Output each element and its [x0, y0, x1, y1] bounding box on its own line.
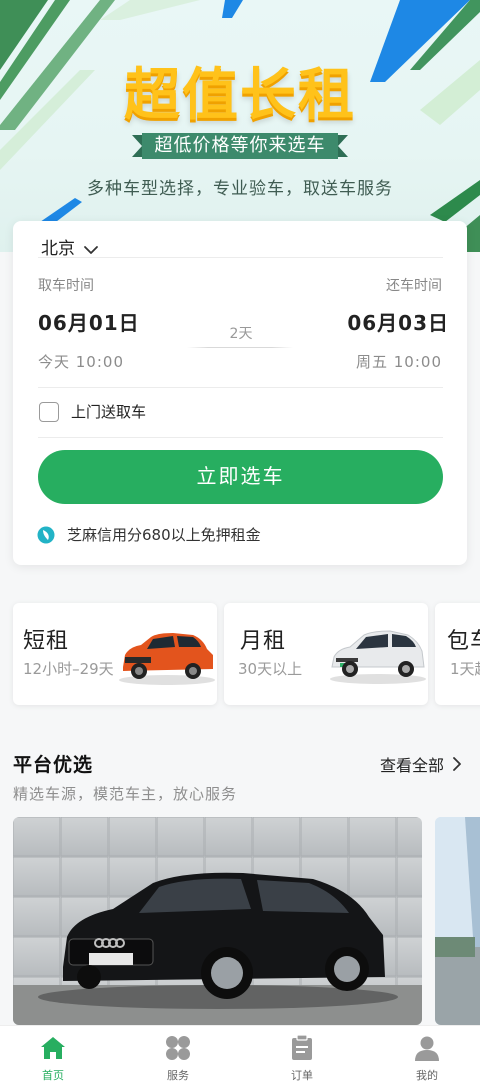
category-charter[interactable]: 包车 1天起	[435, 603, 480, 705]
clipboard-icon	[292, 1034, 312, 1060]
banner-subtitle: 多种车型选择，专业验车，取送车服务	[87, 179, 393, 199]
rental-duration: 2天	[229, 326, 253, 342]
category-monthly-rent[interactable]: 月租 30天以上	[224, 603, 428, 705]
divider	[38, 387, 443, 388]
bottom-tab-bar: 首页 服务 订单 我的	[0, 1025, 480, 1088]
return-time[interactable]: 周五 10:00	[356, 351, 442, 372]
featured-car-card[interactable]	[13, 817, 422, 1025]
tab-home[interactable]: 首页	[0, 1026, 113, 1088]
sesame-credit-icon	[37, 526, 55, 543]
app-screen: 超值长租 超低价格等你来选车 多种车型选择，专业验车，取送车服务 北京 取车时间…	[0, 0, 480, 1088]
tab-profile[interactable]: 我的	[367, 1026, 480, 1088]
tab-label: 我的	[416, 1069, 438, 1082]
city-name: 北京	[41, 239, 75, 259]
delivery-label[interactable]: 上门送取车	[71, 402, 146, 422]
section-subtitle: 精选车源，模范车主，放心服务	[13, 785, 238, 803]
category-title: 短租	[23, 629, 70, 654]
category-short-rent[interactable]: 短租 12小时–29天	[13, 603, 217, 705]
section-title: 平台优选	[13, 754, 94, 776]
view-all-link[interactable]: 查看全部	[380, 752, 462, 776]
select-car-button[interactable]: 立即选车	[38, 450, 443, 504]
divider	[38, 257, 443, 258]
pickup-time[interactable]: 今天 10:00	[38, 351, 124, 372]
city-selector[interactable]: 北京	[41, 231, 99, 267]
tab-orders[interactable]: 订单	[242, 1026, 362, 1088]
booking-card: 北京 取车时间 还车时间 06月01日 06月03日 2天 今天 10:00 周…	[13, 221, 467, 565]
banner-title: 超值长租	[124, 63, 356, 128]
category-subtitle: 1天起	[450, 660, 480, 678]
delivery-checkbox[interactable]	[39, 402, 59, 422]
divider	[38, 437, 443, 438]
promo-banner[interactable]: 超值长租 超低价格等你来选车 多种车型选择，专业验车，取送车服务	[0, 0, 480, 252]
pickup-date[interactable]: 06月01日	[38, 307, 140, 336]
category-subtitle: 30天以上	[238, 660, 303, 678]
home-icon	[41, 1037, 65, 1059]
credit-text: 芝麻信用分680以上免押租金	[67, 526, 261, 544]
category-title: 包车	[447, 629, 480, 654]
duration-line	[187, 347, 293, 348]
pickup-label: 取车时间	[38, 278, 94, 294]
tab-services[interactable]: 服务	[118, 1026, 238, 1088]
tab-label: 首页	[42, 1069, 64, 1082]
banner-ribbon-text: 超低价格等你来选车	[154, 135, 326, 156]
credit-notice: 芝麻信用分680以上免押租金	[37, 524, 261, 545]
sedan-car-photo	[13, 817, 422, 1025]
return-date[interactable]: 06月03日	[347, 307, 449, 336]
building-photo	[435, 817, 480, 1025]
view-all-label: 查看全部	[380, 756, 445, 775]
chevron-right-icon	[453, 757, 461, 771]
tab-label: 服务	[167, 1069, 189, 1082]
user-icon	[415, 1036, 439, 1061]
featured-car-card[interactable]	[435, 817, 480, 1025]
return-label: 还车时间	[386, 278, 442, 294]
hatchback-car-image	[330, 630, 426, 684]
grid-icon	[166, 1036, 190, 1060]
category-title: 月租	[240, 629, 287, 654]
chevron-down-icon	[84, 245, 98, 254]
suv-car-image	[119, 633, 215, 685]
category-subtitle: 12小时–29天	[23, 660, 114, 678]
tab-label: 订单	[291, 1069, 313, 1082]
